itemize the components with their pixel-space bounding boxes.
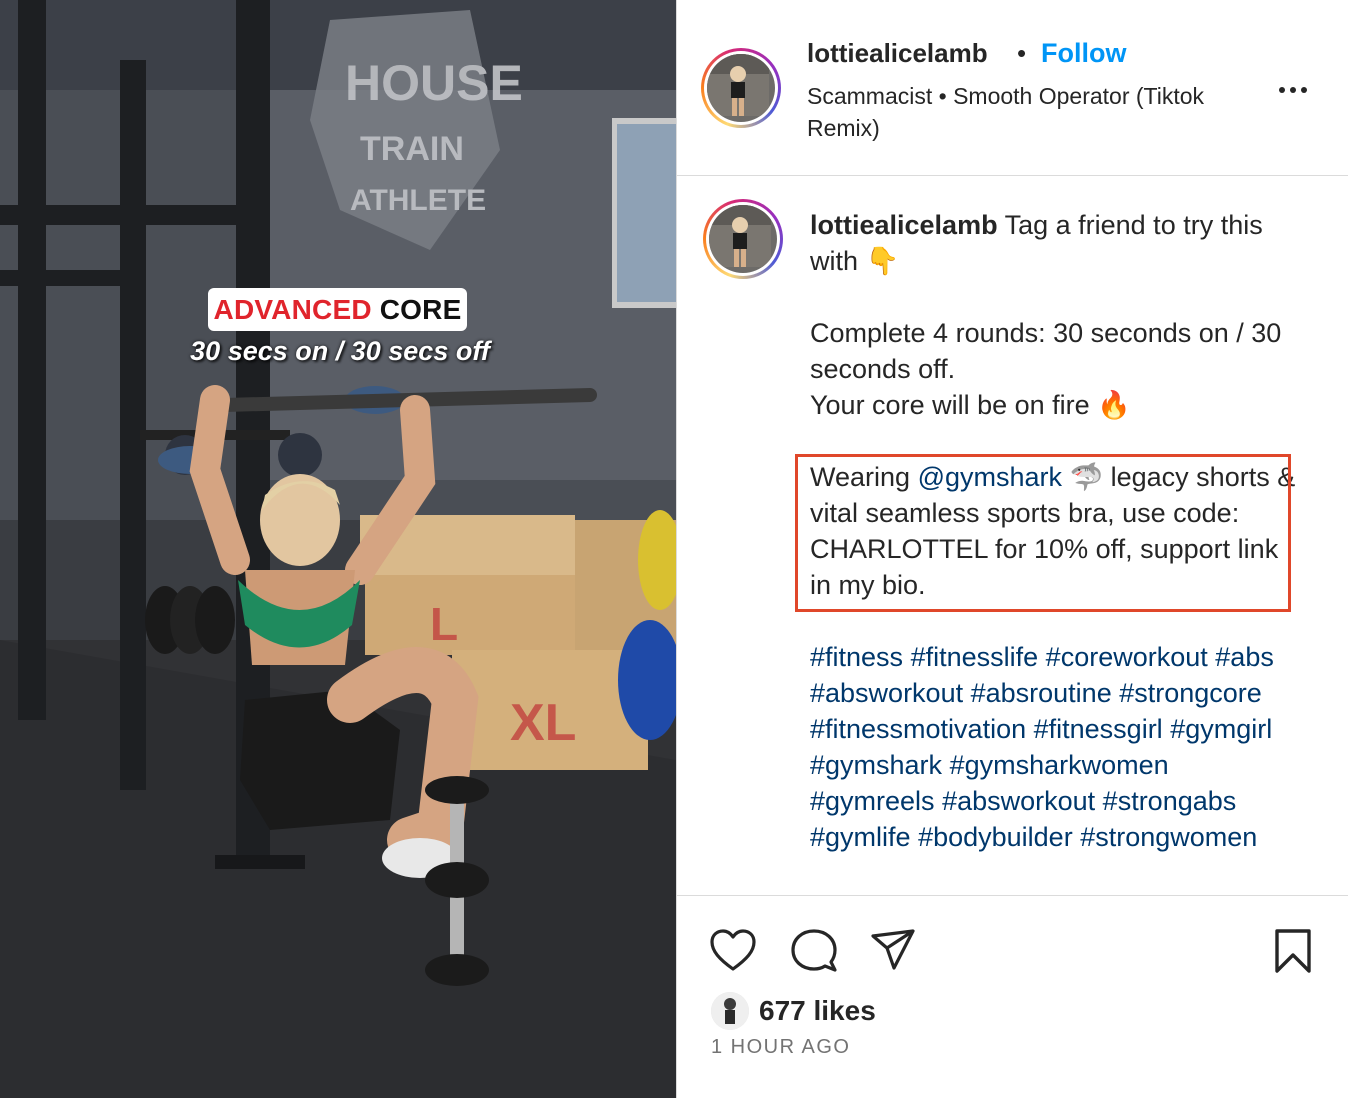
hashtag-link[interactable]: #fitness xyxy=(810,642,903,672)
video-overlay-subtitle: 30 secs on / 30 secs off xyxy=(190,336,490,366)
svg-text:L: L xyxy=(430,598,458,650)
overlay-title-rest: CORE xyxy=(379,293,462,325)
hashtag-link[interactable]: #absworkout xyxy=(942,786,1095,816)
hashtag-link[interactable]: #strongcore xyxy=(1119,678,1262,708)
post-detail-panel: lottiealicelamb • Follow Scammacist • Sm… xyxy=(676,0,1348,1098)
hashtag-link[interactable]: #fitnessmotivation xyxy=(810,714,1026,744)
post-media[interactable]: HOUSE TRAIN ATHLETE XL L ADVANCED CORE 3… xyxy=(0,0,676,1098)
caption-author-avatar[interactable] xyxy=(703,199,783,279)
more-options-button[interactable] xyxy=(1273,78,1313,102)
more-dot-icon xyxy=(1301,87,1307,93)
gym-scene-image: HOUSE TRAIN ATHLETE XL L xyxy=(0,0,676,1098)
hashtag-link[interactable]: #fitnesslife xyxy=(911,642,1039,672)
caption-line-2: Complete 4 rounds: 30 seconds on / 30 se… xyxy=(810,318,1282,384)
svg-text:TRAIN: TRAIN xyxy=(360,130,464,168)
hashtag-link[interactable]: #coreworkout xyxy=(1046,642,1208,672)
post-actions: 677 likes 1 HOUR AGO xyxy=(677,895,1348,1098)
video-overlay-title: ADVANCED CORE xyxy=(208,288,467,331)
header-separator: • xyxy=(1017,38,1027,68)
comment-icon[interactable] xyxy=(790,928,838,974)
hashtag-link[interactable]: #gymgirl xyxy=(1170,714,1272,744)
likes-count[interactable]: 677 likes xyxy=(759,995,876,1027)
follow-button[interactable]: Follow xyxy=(1041,38,1126,69)
author-avatar[interactable] xyxy=(701,48,781,128)
overlay-title-accent: ADVANCED xyxy=(213,293,372,325)
highlight-annotation-box xyxy=(795,454,1291,612)
hashtag-link[interactable]: #fitnessgirl xyxy=(1034,714,1163,744)
caption-username[interactable]: lottiealicelamb xyxy=(810,210,998,240)
save-bookmark-icon[interactable] xyxy=(1273,928,1313,974)
hashtag-link[interactable]: #gymreels xyxy=(810,786,935,816)
hashtag-link[interactable]: #strongabs xyxy=(1103,786,1237,816)
share-send-icon[interactable] xyxy=(870,928,916,972)
post-header: lottiealicelamb • Follow Scammacist • Sm… xyxy=(677,0,1348,176)
svg-text:ATHLETE: ATHLETE xyxy=(350,184,486,217)
post-timestamp[interactable]: 1 HOUR AGO xyxy=(711,1036,850,1059)
hashtag-link[interactable]: #gymsharkwomen xyxy=(950,750,1169,780)
audio-track-link[interactable]: Scammacist • Smooth Operator (Tiktok Rem… xyxy=(807,80,1207,144)
author-username[interactable]: lottiealicelamb xyxy=(807,38,988,69)
hashtag-link[interactable]: #absworkout xyxy=(810,678,963,708)
liker-avatar xyxy=(711,992,749,1030)
more-dot-icon xyxy=(1279,87,1285,93)
svg-text:HOUSE: HOUSE xyxy=(345,55,523,111)
hashtag-link[interactable]: #bodybuilder xyxy=(918,822,1073,852)
hashtag-link[interactable]: #gymshark xyxy=(810,750,942,780)
hashtag-link[interactable]: #gymlife xyxy=(810,822,911,852)
hashtag-list: #fitness #fitnesslife #coreworkout #abs … xyxy=(810,639,1300,855)
caption-line-3: Your core will be on fire 🔥 xyxy=(810,390,1131,420)
more-dot-icon xyxy=(1290,87,1296,93)
hashtag-link[interactable]: #abs xyxy=(1215,642,1274,672)
svg-text:XL: XL xyxy=(510,694,576,752)
likes-summary[interactable]: 677 likes xyxy=(711,992,876,1030)
hashtag-link[interactable]: #strongwomen xyxy=(1080,822,1257,852)
hashtag-link[interactable]: #absroutine xyxy=(971,678,1112,708)
like-heart-icon[interactable] xyxy=(709,928,757,972)
caption-scroll-area[interactable]: lottiealicelamb Tag a friend to try this… xyxy=(677,177,1348,895)
